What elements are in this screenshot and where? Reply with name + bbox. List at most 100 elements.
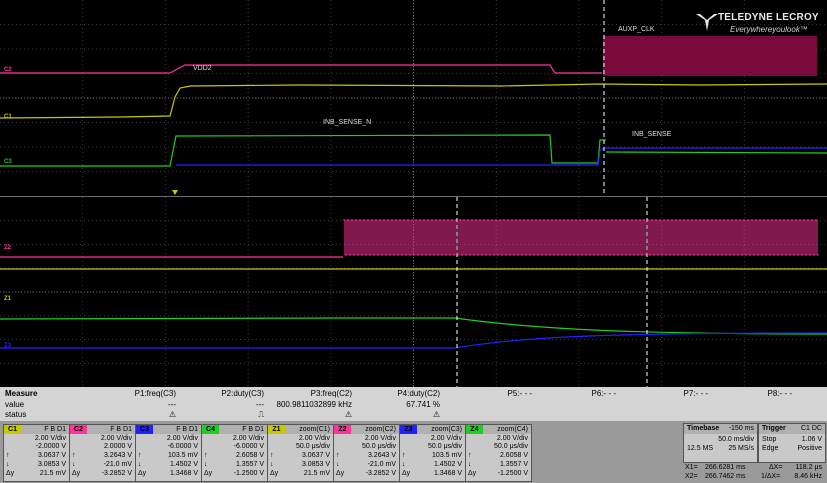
channel-offset: 2.0000 V <box>103 443 132 450</box>
measure-heading: Measure <box>5 389 38 398</box>
channel-r1-value: 3.0637 V <box>37 452 66 459</box>
channel-r1-value: 103.5 mV <box>168 452 198 459</box>
trace-label-inb-sense: INB_SENSE <box>632 131 672 138</box>
cursor-readout: X1= 266.6281 ms ΔX= 118.2 μs X2= 266.746… <box>683 463 824 483</box>
channel-r3-key: Δy <box>6 470 15 477</box>
channel-r1-value: 3.0637 V <box>301 452 330 459</box>
measure-param-status: ⎍ <box>258 410 264 419</box>
trace-auxp-clk-burst <box>603 36 817 76</box>
cursor-x2-value: 266.7462 ms <box>705 473 746 480</box>
trace-c2 <box>0 64 602 74</box>
channel-tag: Z1 <box>268 425 285 434</box>
channel-offset: -6.0000 V <box>233 443 264 450</box>
cursor-x1-value: 266.6281 ms <box>705 464 746 471</box>
channel-r2-key: ↓ <box>270 461 274 468</box>
trigger-slope: Positive <box>797 445 822 452</box>
channel-r3-value: -3.2852 V <box>365 470 396 477</box>
channel-tag: C2 <box>70 425 87 434</box>
lecroy-bird-icon <box>696 14 718 31</box>
channel-r3-key: Δy <box>468 470 477 477</box>
channel-offset: -6.0000 V <box>167 443 198 450</box>
timebase-box[interactable]: Timebase -150 ms 50.0 ms/div 12.5 MS 25 … <box>683 423 758 463</box>
cursor-inv-label: 1/ΔX= <box>761 473 781 480</box>
channel-r2-key: ↓ <box>72 461 76 468</box>
channel-marker-z3[interactable]: Z3 <box>4 343 11 349</box>
channel-marker-z2[interactable]: Z2 <box>4 245 11 251</box>
trigger-level: 1.06 V <box>801 436 822 443</box>
zoom-waveform-grid[interactable] <box>0 197 827 387</box>
channel-tag: Z4 <box>466 425 483 434</box>
trace-c3-inb-sense <box>176 147 827 166</box>
trigger-box[interactable]: Trigger C1 DC Stop 1.06 V Edge Positive <box>758 423 826 463</box>
channel-marker-c3[interactable]: C3 <box>4 159 12 165</box>
trigger-type: Edge <box>762 445 779 452</box>
measure-value-label: value <box>5 400 25 409</box>
channel-vdiv: 2.00 V/div <box>166 435 198 442</box>
channel-marker-c1[interactable]: C1 <box>4 114 12 120</box>
channel-box-c1[interactable]: C1 F B D1 2.00 V/div -2.0000 V ↑ 3.0637 V ↓ 3.0… <box>3 424 70 482</box>
brand-name: TELEDYNE LECROY <box>718 12 819 23</box>
channel-r3-key: Δy <box>204 470 213 477</box>
cursor-inv-value: 8.46 kHz <box>794 473 822 480</box>
channel-box-z2[interactable]: Z2 zoom(C2) 2.00 V/div 50.0 μs/div ↑ 3.2643 V… <box>333 424 400 482</box>
trace-c4-after <box>605 151 827 154</box>
measure-table[interactable]: Measure value status P1:freq(C3) --- ⚠ P2:d… <box>0 387 827 421</box>
channel-offset: 50.0 μs/div <box>296 443 330 450</box>
channel-header: zoom(C2) <box>365 426 396 433</box>
measure-param-name: P6:- - - <box>591 389 616 398</box>
channel-r1-key: ↑ <box>336 452 340 459</box>
channel-r2-value: 3.0853 V <box>37 461 66 468</box>
channel-r3-key: Δy <box>72 470 81 477</box>
channel-r1-key: ↑ <box>204 452 208 459</box>
channel-r1-key: ↑ <box>468 452 472 459</box>
channel-r2-key: ↓ <box>204 461 208 468</box>
channel-box-c4[interactable]: C4 F B D1 2.00 V/div -6.0000 V ↑ 2.6058 V ↓ 1.3… <box>201 424 268 482</box>
scope-window: AUXP_CLK VDD2 INB_SENSE_N INB_SENSE C2 C… <box>0 0 827 483</box>
channel-box-z3[interactable]: Z3 zoom(C3) 2.00 V/div 50.0 μs/div ↑ 103.5 mV… <box>399 424 466 482</box>
channel-offset: 50.0 μs/div <box>428 443 462 450</box>
channel-r2-value: 1.4502 V <box>169 461 198 468</box>
measure-param-name: P7:- - - <box>683 389 708 398</box>
channel-vdiv: 2.00 V/div <box>364 435 396 442</box>
trace-label-vdd2: VDD2 <box>193 65 212 72</box>
channel-offset: -2.0000 V <box>35 443 66 450</box>
channel-r3-value: -1.2500 V <box>497 470 528 477</box>
zoom-waveform-svg <box>0 197 827 387</box>
channel-r1-key: ↑ <box>402 452 406 459</box>
timebase-rate: 25 MS/s <box>728 445 754 452</box>
channel-r2-value: 1.4502 V <box>433 461 462 468</box>
channel-box-z1[interactable]: Z1 zoom(C1) 2.00 V/div 50.0 μs/div ↑ 3.0637 V… <box>267 424 334 482</box>
trigger-mode: Stop <box>762 436 777 443</box>
channel-r3-key: Δy <box>138 470 147 477</box>
channel-marker-c2[interactable]: C2 <box>4 67 12 73</box>
trigger-marker-icon <box>172 190 178 195</box>
channel-header: F B D1 <box>110 426 132 433</box>
measure-param-name: P2:duty(C3) <box>221 389 264 398</box>
channel-r1-value: 3.2643 V <box>367 452 396 459</box>
cursor-x1-label: X1= <box>685 464 698 471</box>
trace-label-inb-sense-n: INB_SENSE_N <box>323 119 372 126</box>
channel-r3-value: 1.3468 V <box>169 470 198 477</box>
measure-param-name: P1:freq(C3) <box>134 389 176 398</box>
channel-r2-key: ↓ <box>336 461 340 468</box>
channel-r2-key: ↓ <box>468 461 472 468</box>
channel-r1-value: 2.6058 V <box>235 452 264 459</box>
channel-box-c3[interactable]: C3 F B D1 2.00 V/div -6.0000 V ↑ 103.5 mV ↓ 1.4… <box>135 424 202 482</box>
channel-box-z4[interactable]: Z4 zoom(C4) 2.00 V/div 50.0 μs/div ↑ 2.6058 V… <box>465 424 532 482</box>
measure-param-status: ⚠ <box>168 410 176 419</box>
channel-r3-value: -3.2852 V <box>101 470 132 477</box>
channel-r1-value: 2.6058 V <box>499 452 528 459</box>
channel-marker-z1[interactable]: Z1 <box>4 296 11 302</box>
channel-box-c2[interactable]: C2 F B D1 2.00 V/div 2.0000 V ↑ 3.2643 V ↓ -21.… <box>69 424 136 482</box>
timebase-samples: 12.5 MS <box>687 445 714 452</box>
measure-status-label: status <box>5 410 27 419</box>
channel-r1-key: ↑ <box>138 452 142 459</box>
channel-vdiv: 2.00 V/div <box>34 435 66 442</box>
channel-r3-value: -1.2500 V <box>233 470 264 477</box>
measure-param-value: 67.741 % <box>406 400 440 409</box>
channel-r1-key: ↑ <box>6 452 10 459</box>
channel-offset: 50.0 μs/div <box>362 443 396 450</box>
channel-vdiv: 2.00 V/div <box>232 435 264 442</box>
measure-param-status: ⚠ <box>432 410 440 419</box>
timebase-label: Timebase <box>687 425 720 432</box>
